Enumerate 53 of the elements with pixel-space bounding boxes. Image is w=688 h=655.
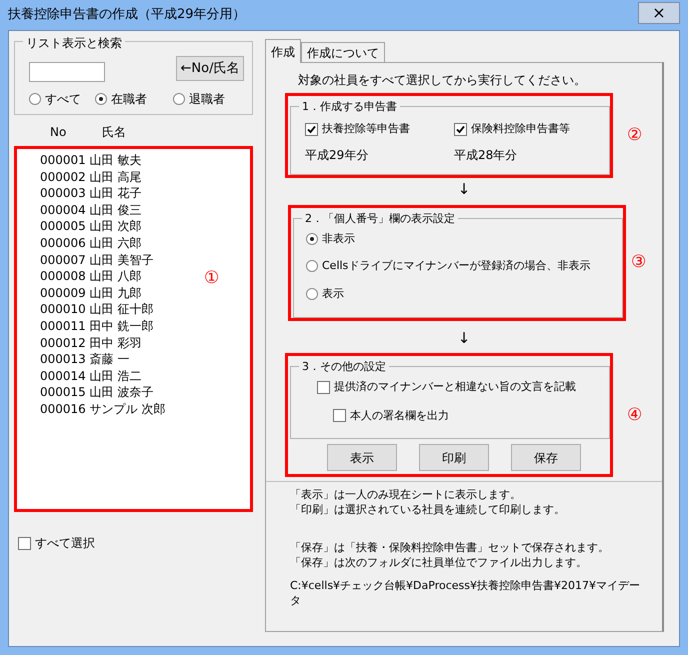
list-item[interactable]: 000016 サンプル 次郎 xyxy=(40,400,166,418)
down-arrow: ↓ xyxy=(458,180,470,198)
group-title: 2．「個人番号」欄の表示設定 xyxy=(302,210,458,227)
list-item[interactable]: 000011 田中 銑一郎 xyxy=(40,318,154,335)
year-label: 平成29年分 xyxy=(305,146,370,164)
note-text: 「印刷」は選択されている社員を連続して印刷します。 xyxy=(290,502,566,517)
down-arrow: ↓ xyxy=(458,329,470,347)
radio-label: 非表示 xyxy=(322,230,355,246)
list-item[interactable]: 000006 山田 六郎 xyxy=(40,234,142,252)
instruction-text: 対象の社員をすべて選択してから実行してください。 xyxy=(297,72,587,89)
list-item[interactable]: 000015 山田 波奈子 xyxy=(40,384,154,401)
column-header: No xyxy=(50,124,68,141)
list-item[interactable]: 000008 山田 八郎 xyxy=(40,268,142,285)
tab[interactable]: 作成 xyxy=(265,39,301,63)
tab[interactable]: 作成について xyxy=(301,42,385,62)
group-title: リスト表示と検索 xyxy=(23,34,125,52)
year-label: 平成28年分 xyxy=(454,146,518,164)
radio-label: 在職者 xyxy=(111,91,147,108)
list-item[interactable]: 000005 山田 次郎 xyxy=(40,218,142,235)
checkbox-label: 扶養控除等申告書 xyxy=(322,121,410,137)
search-button[interactable]: ←No/氏名 xyxy=(176,56,244,81)
checkbox-label: 提供済のマイナンバーと相違ない旨の文言を記載 xyxy=(334,379,576,395)
close-button[interactable]: × xyxy=(638,2,680,24)
list-item[interactable]: 000007 山田 美智子 xyxy=(40,252,154,268)
annotation-number: ③ xyxy=(631,254,646,272)
note-text: 「保存」は次のフォルダに社員単位でファイル出力します。 xyxy=(290,555,588,570)
annotation-number: ④ xyxy=(627,406,642,424)
list-item[interactable]: 000013 斎藤 一 xyxy=(40,351,130,368)
action-button[interactable]: 保存 xyxy=(511,444,581,471)
window-title: 扶養控除申告書の作成（平成29年分用） xyxy=(8,6,246,24)
radio-label: 退職者 xyxy=(189,91,225,108)
checkbox-label: すべて選択 xyxy=(35,535,95,552)
list-item[interactable]: 000004 山田 俊三 xyxy=(40,202,142,218)
list-item[interactable]: 000002 山田 高尾 xyxy=(40,168,142,186)
note-text: 「表示」は一人のみ現在シートに表示します。 xyxy=(290,487,522,502)
annotation-number: ① xyxy=(204,270,220,287)
list-item[interactable]: 000012 田中 彩羽 xyxy=(40,334,142,352)
list-item[interactable]: 000003 山田 花子 xyxy=(40,185,142,202)
list-item[interactable]: 000001 山田 敏夫 xyxy=(40,152,142,169)
checkbox-label: 本人の署名欄を出力 xyxy=(350,408,449,424)
note-text: 「保存」は「扶養・保険料控除申告書」セットで保存されます。 xyxy=(290,540,610,555)
column-header: 氏名 xyxy=(102,124,126,141)
list-item[interactable]: 000009 山田 九郎 xyxy=(40,284,142,302)
list-item[interactable]: 000010 山田 征十郎 xyxy=(40,301,154,318)
action-button[interactable]: 印刷 xyxy=(419,444,489,471)
annotation-number: ② xyxy=(627,126,642,144)
note-text: C:¥cells¥チェック台帳¥DaProcess¥扶養控除申告書¥2017¥マイデータ xyxy=(290,578,640,608)
radio-label: Cellsドライブにマイナンバーが登録済の場合、非表示 xyxy=(322,258,590,274)
radio-label: すべて xyxy=(45,91,81,108)
action-button[interactable]: 表示 xyxy=(327,444,397,471)
radio-label: 表示 xyxy=(322,286,344,302)
checkbox-label: 保険料控除申告書等 xyxy=(470,121,570,137)
list-item[interactable]: 000014 山田 浩二 xyxy=(40,368,142,384)
